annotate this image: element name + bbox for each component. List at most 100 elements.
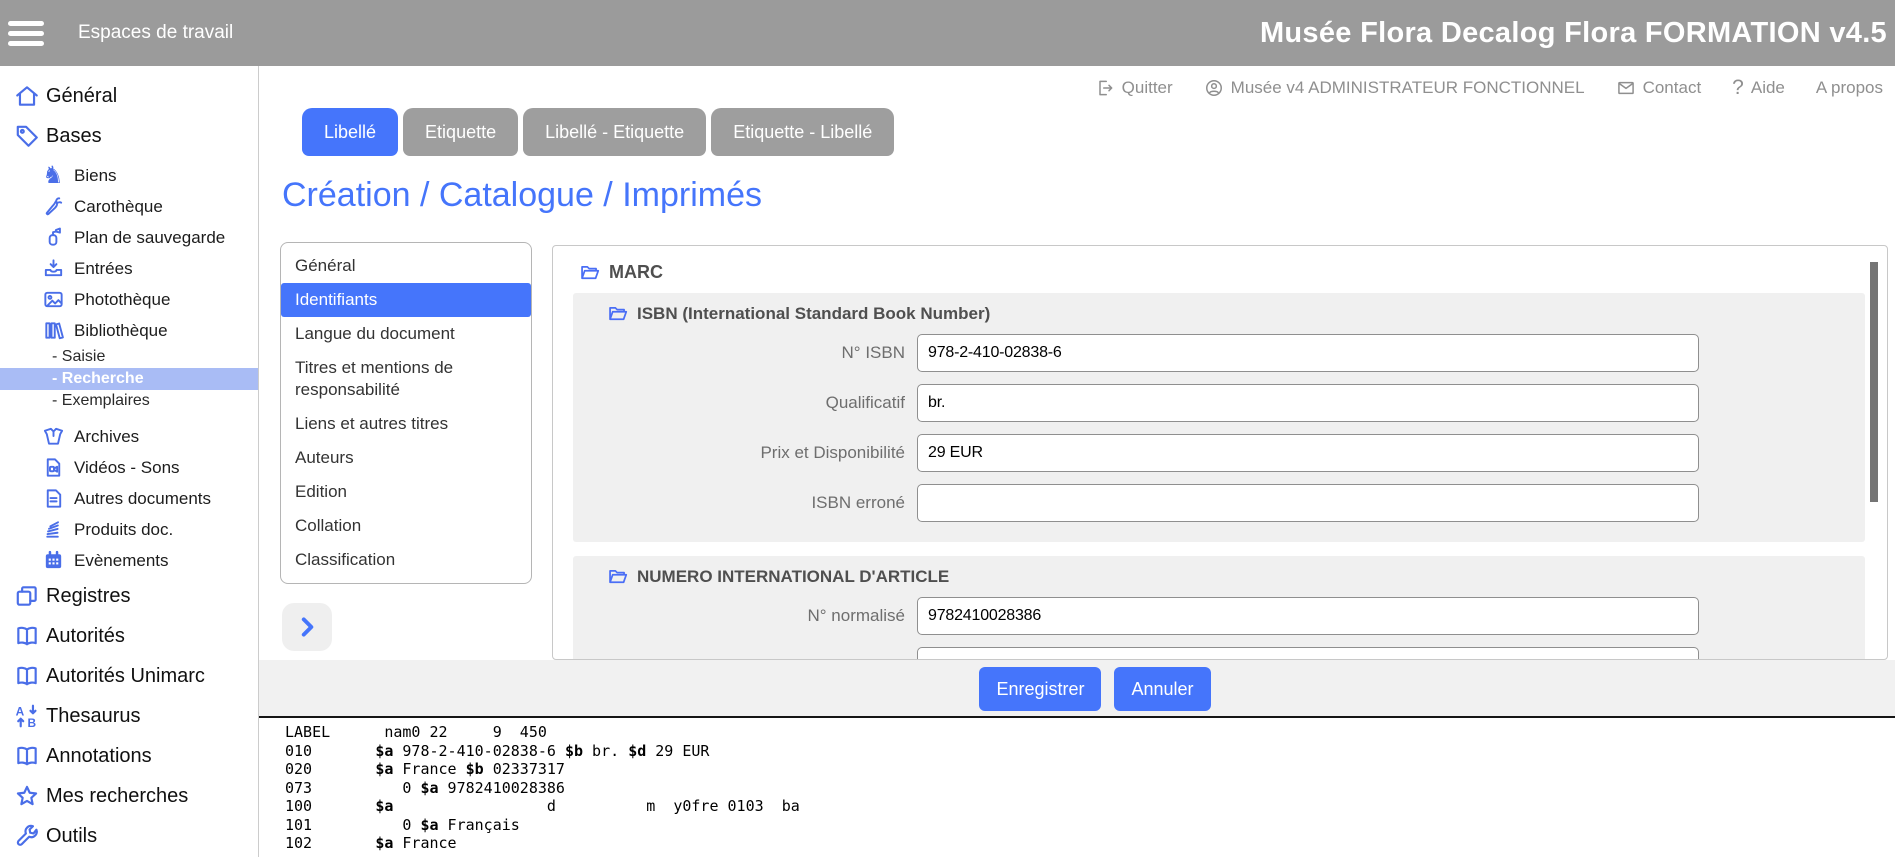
- open-book-icon: [8, 623, 46, 649]
- marc-line: 073 0 $a 9782410028386: [285, 779, 1895, 798]
- sidebar-item-bases[interactable]: Bases: [0, 116, 258, 156]
- sidebar-item-plan-de-sauvegarde[interactable]: Plan de sauvegarde: [0, 222, 258, 253]
- sidebar-item-label: Thesaurus: [46, 705, 141, 728]
- folder-icon: [579, 262, 600, 283]
- next-page-button[interactable]: [282, 603, 332, 651]
- marc-group-header: MARC: [553, 246, 1887, 293]
- sidebar-item-label: - Saisie: [52, 348, 105, 366]
- sidebar-item-entrees[interactable]: Entrées: [0, 253, 258, 284]
- sidebar-item-label: Photothèque: [74, 290, 170, 310]
- sidebar-item-label: Autres documents: [74, 489, 211, 509]
- field-label: N° ISBN: [573, 343, 917, 363]
- sidebar-item-label: Annotations: [46, 745, 152, 768]
- ean-section-title: NUMERO INTERNATIONAL D'ARTICLE: [637, 568, 949, 586]
- sidebar-item-bibliotheque[interactable]: Bibliothèque: [0, 315, 258, 346]
- sidebar-item-archives[interactable]: Archives: [0, 421, 258, 452]
- mail-icon: [1616, 78, 1636, 98]
- help-link[interactable]: ? Aide: [1732, 76, 1785, 100]
- form-menu-item-titres[interactable]: Titres et mentions de responsabilité: [281, 351, 531, 407]
- hamburger-menu-icon[interactable]: [8, 21, 48, 46]
- tab-etiquette-libelle[interactable]: Etiquette - Libellé: [711, 108, 894, 156]
- form-menu-item-general[interactable]: Général: [281, 249, 531, 283]
- sidebar-item-label: Bibliothèque: [74, 321, 168, 341]
- carrot-icon: [38, 195, 68, 218]
- sidebar-item-phototheque[interactable]: Photothèque: [0, 284, 258, 315]
- form-menu-item-auteurs[interactable]: Auteurs: [281, 441, 531, 475]
- sidebar-item-label: Carothèque: [74, 197, 163, 217]
- isbn-section-header: ISBN (International Standard Book Number…: [573, 303, 1865, 324]
- chess-knight-icon: ♞: [38, 164, 68, 187]
- tab-libelle-etiquette[interactable]: Libellé - Etiquette: [523, 108, 706, 156]
- sidebar-item-autorites-unimarc[interactable]: Autorités Unimarc: [0, 656, 258, 696]
- ean-qualifier-input[interactable]: [917, 647, 1699, 660]
- home-icon: [8, 83, 46, 109]
- price-availability-input[interactable]: [917, 434, 1699, 472]
- isbn-section-title: ISBN (International Standard Book Number…: [637, 305, 990, 323]
- field-label: ISBN erroné: [573, 493, 917, 513]
- contact-link[interactable]: Contact: [1616, 78, 1702, 98]
- panel-scrollbar-thumb[interactable]: [1870, 262, 1878, 502]
- sidebar-item-label: Archives: [74, 427, 139, 447]
- sidebar-item-carotheque[interactable]: Carothèque: [0, 191, 258, 222]
- field-row: Prix et Disponibilité: [573, 434, 1865, 472]
- field-label: Qualificatif: [573, 393, 917, 413]
- sidebar-item-mes-recherches[interactable]: Mes recherches: [0, 776, 258, 816]
- folder-icon: [607, 303, 628, 324]
- tab-etiquette[interactable]: Etiquette: [403, 108, 518, 156]
- open-box-icon: [38, 425, 68, 448]
- sidebar-item-evenements[interactable]: Evènements: [0, 545, 258, 576]
- about-link[interactable]: A propos: [1816, 78, 1883, 98]
- sidebar-item-exemplaires[interactable]: - Exemplaires: [0, 390, 258, 412]
- quit-link[interactable]: Quitter: [1095, 78, 1173, 98]
- isbn-section: ISBN (International Standard Book Number…: [573, 293, 1865, 542]
- sidebar-item-label: Registres: [46, 585, 130, 608]
- sidebar-item-label: Autorités Unimarc: [46, 665, 205, 688]
- sidebar-item-annotations[interactable]: Annotations: [0, 736, 258, 776]
- star-icon: [8, 783, 46, 809]
- sidebar: Général Bases ♞ Biens Carothèque Plan de…: [0, 66, 259, 857]
- isbn-number-input[interactable]: [917, 334, 1699, 372]
- marc-line: 101 0 $a Français: [285, 816, 1895, 835]
- folder-icon: [607, 566, 628, 587]
- sidebar-item-biens[interactable]: ♞ Biens: [0, 160, 258, 191]
- sidebar-item-label: Entrées: [74, 259, 133, 279]
- exit-icon: [1095, 78, 1115, 98]
- tab-libelle[interactable]: Libellé: [302, 108, 398, 156]
- marc-form-panel: MARC ISBN (International Standard Book N…: [552, 245, 1888, 660]
- form-menu-item-langue[interactable]: Langue du document: [281, 317, 531, 351]
- sidebar-item-saisie[interactable]: - Saisie: [0, 346, 258, 368]
- isbn-qualifier-input[interactable]: [917, 384, 1699, 422]
- question-mark-icon: ?: [1732, 76, 1744, 100]
- normalized-number-input[interactable]: [917, 597, 1699, 635]
- sidebar-item-general[interactable]: Général: [0, 76, 258, 116]
- app-title: Musée Flora Decalog Flora FORMATION v4.5: [1260, 17, 1887, 50]
- erroneous-isbn-input[interactable]: [917, 484, 1699, 522]
- form-menu-item-identifiants[interactable]: Identifiants: [281, 283, 531, 317]
- separator-line: [259, 716, 1895, 718]
- sidebar-item-label: Mes recherches: [46, 785, 188, 808]
- cancel-button[interactable]: Annuler: [1114, 667, 1210, 711]
- sidebar-item-videos-sons[interactable]: Vidéos - Sons: [0, 452, 258, 483]
- quit-label: Quitter: [1122, 78, 1173, 98]
- form-menu-item-edition[interactable]: Edition: [281, 475, 531, 509]
- wrench-icon: [8, 823, 46, 849]
- sidebar-item-recherche[interactable]: - Recherche: [0, 368, 258, 390]
- form-menu-item-classification[interactable]: Classification: [281, 543, 531, 577]
- workspace-label: Espaces de travail: [78, 22, 233, 44]
- sidebar-item-registres[interactable]: Registres: [0, 576, 258, 616]
- sidebar-item-thesaurus[interactable]: AB Thesaurus: [0, 696, 258, 736]
- save-button[interactable]: Enregistrer: [979, 667, 1101, 711]
- sidebar-item-outils[interactable]: Outils: [0, 816, 258, 856]
- account-link[interactable]: Musée v4 ADMINISTRATEUR FONCTIONNEL: [1204, 78, 1585, 98]
- field-row: N° normalisé: [573, 597, 1865, 635]
- sidebar-item-autorites[interactable]: Autorités: [0, 616, 258, 656]
- form-menu-item-collation[interactable]: Collation: [281, 509, 531, 543]
- sidebar-item-produits-doc[interactable]: Produits doc.: [0, 514, 258, 545]
- form-section-menu: Général Identifiants Langue du document …: [280, 242, 532, 584]
- sidebar-item-label: Autorités: [46, 625, 125, 648]
- sidebar-item-label: Bases: [46, 125, 102, 148]
- video-file-icon: [38, 456, 68, 479]
- form-menu-item-liens[interactable]: Liens et autres titres: [281, 407, 531, 441]
- sidebar-item-autres-documents[interactable]: Autres documents: [0, 483, 258, 514]
- sidebar-item-label: - Recherche: [52, 370, 144, 388]
